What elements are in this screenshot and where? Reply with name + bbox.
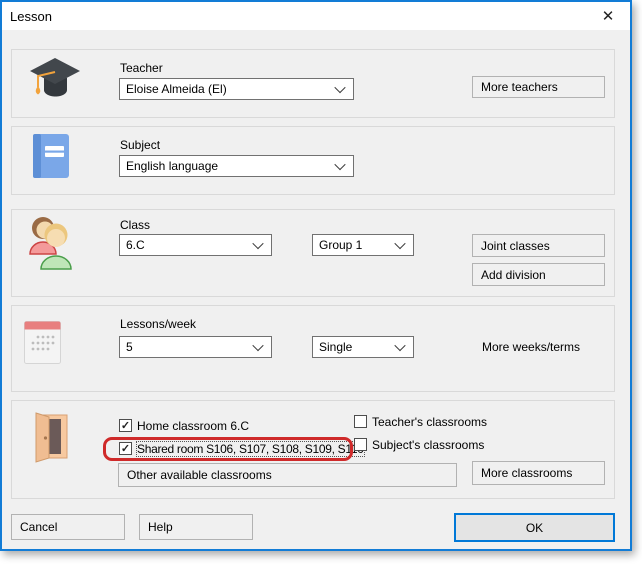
lesson-dialog: Lesson ✕ Teacher Eloise Almeida (El) Mor… bbox=[0, 0, 632, 551]
title-bar: Lesson ✕ bbox=[2, 2, 630, 30]
chevron-down-icon bbox=[252, 238, 263, 249]
close-icon[interactable]: ✕ bbox=[588, 2, 628, 30]
teacher-select-value: Eloise Almeida (El) bbox=[126, 82, 227, 96]
ok-button[interactable]: OK bbox=[454, 513, 615, 542]
lessons-count-value: 5 bbox=[126, 340, 133, 354]
joint-classes-button[interactable]: Joint classes bbox=[472, 234, 605, 257]
class-select-value: 6.C bbox=[126, 238, 145, 252]
lessons-week-label: Lessons/week bbox=[120, 317, 196, 331]
lesson-type-select[interactable]: Single bbox=[312, 336, 414, 358]
ok-label: OK bbox=[526, 521, 543, 535]
chevron-down-icon bbox=[252, 340, 263, 351]
cancel-label: Cancel bbox=[20, 520, 57, 534]
window-title: Lesson bbox=[10, 9, 52, 24]
add-division-button[interactable]: Add division bbox=[472, 263, 605, 286]
more-weeks-terms-link[interactable]: More weeks/terms bbox=[482, 340, 580, 354]
chevron-down-icon bbox=[394, 238, 405, 249]
subjects-classrooms-label: Subject's classrooms bbox=[372, 438, 484, 452]
class-select[interactable]: 6.C bbox=[119, 234, 272, 256]
subject-select[interactable]: English language bbox=[119, 155, 354, 177]
chevron-down-icon bbox=[334, 82, 345, 93]
checkbox-box: ✓ bbox=[354, 438, 367, 451]
help-label: Help bbox=[148, 520, 173, 534]
teachers-classrooms-label: Teacher's classrooms bbox=[372, 415, 487, 429]
screen: Lesson ✕ Teacher Eloise Almeida (El) Mor… bbox=[0, 0, 642, 567]
other-available-classrooms-label: Other available classrooms bbox=[127, 468, 272, 482]
teacher-label: Teacher bbox=[120, 61, 163, 75]
calendar-icon bbox=[24, 319, 61, 364]
checkmark-icon: ✓ bbox=[121, 444, 130, 454]
home-classroom-label: Home classroom 6.C bbox=[137, 419, 249, 433]
class-people-icon bbox=[26, 213, 80, 273]
lesson-type-value: Single bbox=[319, 340, 352, 354]
checkbox-box: ✓ bbox=[119, 442, 132, 455]
class-label: Class bbox=[120, 218, 150, 232]
lessons-count-select[interactable]: 5 bbox=[119, 336, 272, 358]
door-icon bbox=[28, 410, 70, 464]
chevron-down-icon bbox=[334, 159, 345, 170]
shared-room-label: Shared room S106, S107, S108, S109, S110 bbox=[137, 442, 364, 456]
checkmark-icon: ✓ bbox=[121, 421, 130, 431]
subjects-classrooms-checkbox[interactable]: ✓ Subject's classrooms bbox=[354, 438, 484, 452]
subject-select-value: English language bbox=[126, 159, 218, 173]
teacher-select[interactable]: Eloise Almeida (El) bbox=[119, 78, 354, 100]
more-teachers-button[interactable]: More teachers bbox=[472, 76, 605, 98]
shared-room-checkbox[interactable]: ✓ Shared room S106, S107, S108, S109, S1… bbox=[119, 442, 364, 456]
subject-label: Subject bbox=[120, 138, 160, 152]
book-icon bbox=[32, 133, 70, 179]
other-available-classrooms-button[interactable]: Other available classrooms bbox=[118, 463, 457, 487]
cancel-button[interactable]: Cancel bbox=[11, 514, 125, 540]
checkbox-box: ✓ bbox=[119, 419, 132, 432]
more-teachers-label: More teachers bbox=[481, 80, 558, 94]
checkbox-box: ✓ bbox=[354, 415, 367, 428]
chevron-down-icon bbox=[394, 340, 405, 351]
joint-classes-label: Joint classes bbox=[481, 239, 550, 253]
add-division-label: Add division bbox=[481, 268, 546, 282]
group-select[interactable]: Group 1 bbox=[312, 234, 414, 256]
graduation-cap-icon bbox=[28, 56, 82, 108]
more-classrooms-label: More classrooms bbox=[481, 466, 572, 480]
home-classroom-checkbox[interactable]: ✓ Home classroom 6.C bbox=[119, 419, 249, 433]
help-button[interactable]: Help bbox=[139, 514, 253, 540]
teachers-classrooms-checkbox[interactable]: ✓ Teacher's classrooms bbox=[354, 415, 487, 429]
more-classrooms-button[interactable]: More classrooms bbox=[472, 461, 605, 485]
group-select-value: Group 1 bbox=[319, 238, 362, 252]
